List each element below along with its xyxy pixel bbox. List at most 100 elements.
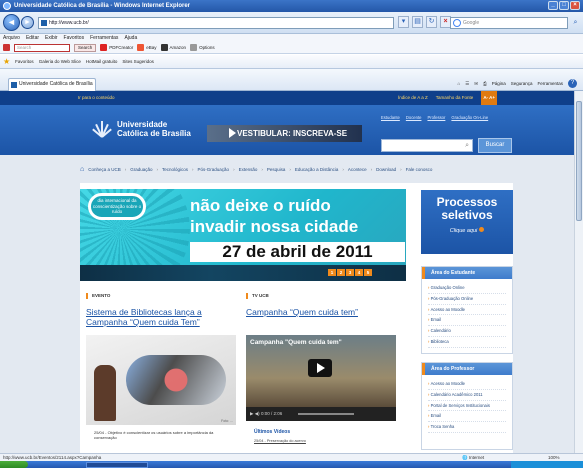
toolbar-options[interactable]: Options <box>190 44 215 51</box>
search-icon[interactable]: ⌕ <box>570 17 581 29</box>
site-search-input[interactable]: ⌕ <box>381 139 473 152</box>
processos-cta[interactable]: Clique aqui <box>421 227 513 234</box>
vestibular-banner[interactable]: VESTIBULAR: INSCREVA-SE <box>207 125 362 142</box>
student-link[interactable]: Email <box>428 315 506 327</box>
refresh-icon[interactable]: ↻ <box>426 16 437 28</box>
fav-suggested[interactable]: Sites Sugeridos <box>122 59 154 64</box>
fav-web-slice[interactable]: Galeria do Web Slice <box>39 59 81 64</box>
pdf-icon <box>100 44 108 51</box>
professor-link[interactable]: Portal de Serviços Institucionais <box>428 401 506 412</box>
nav-fale-conosco[interactable]: Fale conosco <box>406 167 433 172</box>
nav-acontece[interactable]: Acontece <box>348 167 367 172</box>
maximize-button[interactable]: □ <box>559 1 569 10</box>
home-nav-icon[interactable]: ⌂ <box>80 166 84 173</box>
tab-title: Universidade Católica de Brasília <box>19 81 93 87</box>
url-input[interactable]: http://www.ucb.br/ <box>38 17 394 29</box>
student-link[interactable]: Calendário <box>428 326 506 337</box>
addon-toolbar: Search Search PDFCreator eBay Amazon Opt… <box>0 42 583 54</box>
person-image <box>94 365 116 421</box>
menu-editar[interactable]: Editar <box>26 34 39 42</box>
forward-button[interactable]: ► <box>21 16 34 29</box>
help-icon[interactable]: ? <box>568 79 577 88</box>
graffiti-image <box>126 355 226 405</box>
home-icon[interactable]: ⌂ <box>458 81 461 86</box>
nav-pos-graduacao[interactable]: Pós-Graduação <box>198 167 230 172</box>
taskbar-ie-task[interactable] <box>86 462 148 468</box>
favorites-label[interactable]: Favoritos <box>15 59 34 64</box>
student-link[interactable]: Biblioteca <box>428 337 506 348</box>
menu-exibir[interactable]: Exibir <box>45 34 58 42</box>
video-progress[interactable] <box>298 413 354 415</box>
menu-ajuda[interactable]: Ajuda <box>124 34 137 42</box>
print-icon[interactable]: ⎙ <box>483 81 487 86</box>
play-icon[interactable] <box>308 359 332 377</box>
evento-photo[interactable]: Foto: ... <box>86 335 236 425</box>
scroll-thumb[interactable] <box>576 101 582 221</box>
toolbar-ebay[interactable]: eBay <box>137 44 157 51</box>
index-az-link[interactable]: Índice de A a Z <box>398 91 428 105</box>
fav-hotmail-label: HotMail gratuito <box>85 59 118 64</box>
link-docente[interactable]: Docente <box>406 115 422 120</box>
skip-to-content-link[interactable]: Ir para o conteúdo <box>78 91 115 105</box>
compatibility-icon[interactable]: ▤ <box>412 16 423 28</box>
professor-link[interactable]: Email <box>428 411 506 423</box>
cmd-pagina[interactable]: Página <box>492 81 506 86</box>
nav-graduacao[interactable]: Graduação <box>130 167 152 172</box>
mail-icon[interactable]: ✉ <box>474 81 478 87</box>
play-small-icon[interactable]: ▶ ◀) <box>250 411 260 416</box>
student-link[interactable]: Graduação Online <box>428 283 506 294</box>
minimize-button[interactable]: _ <box>548 1 558 10</box>
pager-2[interactable]: 2 <box>337 269 345 276</box>
professor-link[interactable]: Troca Senha <box>428 422 506 433</box>
favorites-star-icon[interactable]: ★ <box>3 57 10 66</box>
fav-hotmail[interactable]: HotMail gratuito <box>86 59 118 64</box>
ucb-logo[interactable]: Universidade Católica de Brasília <box>92 119 191 139</box>
pager-1[interactable]: 1 <box>328 269 336 276</box>
toolbar-amazon[interactable]: Amazon <box>160 44 186 51</box>
start-button[interactable] <box>0 461 28 468</box>
hero-banner[interactable]: dia internacional da conscientização sob… <box>80 189 406 281</box>
zoom-level[interactable]: 100% <box>548 454 560 461</box>
hero-line1: não deixe o ruído <box>190 196 331 215</box>
options-icon <box>190 44 198 51</box>
pager-5[interactable]: 5 <box>364 269 372 276</box>
professor-link[interactable]: Acesso ao Moodle <box>428 379 506 390</box>
nav-pesquisa[interactable]: Pesquisa <box>267 167 286 172</box>
link-professor[interactable]: Professor <box>427 115 445 120</box>
toolbar-search-input[interactable]: Search <box>14 43 70 52</box>
cmd-seguranca[interactable]: Segurança <box>511 81 533 86</box>
cmd-ferramentas[interactable]: Ferramentas <box>537 81 563 86</box>
nav-tecnologicos[interactable]: Tecnológicos <box>162 167 188 172</box>
tv-title[interactable]: Campanha “Quem cuida tem” <box>246 307 358 317</box>
nav-ead[interactable]: Educação a Distância <box>295 167 339 172</box>
toolbar-pdfcreator[interactable]: PDFCreator <box>100 44 133 51</box>
feeds-icon[interactable]: ☰ <box>465 81 469 87</box>
nav-download[interactable]: Download <box>376 167 396 172</box>
dropdown-arrow-icon[interactable]: ▾ <box>398 16 409 28</box>
back-button[interactable]: ◄ <box>3 14 20 31</box>
menu-arquivo[interactable]: Arquivo <box>3 34 20 42</box>
professor-link[interactable]: Calendário Acadêmico 2011 <box>428 390 506 401</box>
recent-video-item[interactable]: 25/04 - Preservação do acervo <box>254 439 306 443</box>
evento-title[interactable]: Sistema de Bibliotecas lança a Campanha … <box>86 307 236 327</box>
pager-4[interactable]: 4 <box>355 269 363 276</box>
page-scrollbar[interactable] <box>574 91 583 453</box>
nav-conheca[interactable]: Conheça a UCB <box>88 167 121 172</box>
close-button[interactable]: × <box>570 1 580 10</box>
student-link[interactable]: Acesso ao Moodle <box>428 305 506 316</box>
link-estudante[interactable]: Estudante <box>381 115 400 120</box>
processos-seletivos-box[interactable]: Processos seletivos Clique aqui <box>421 190 513 254</box>
font-size-toggle[interactable]: A- A+ <box>481 91 498 105</box>
student-link[interactable]: Pós-Graduação Online <box>428 294 506 305</box>
menu-ferramentas[interactable]: Ferramentas <box>90 34 118 42</box>
toolbar-search-button[interactable]: Search <box>74 43 97 52</box>
search-input[interactable]: Google <box>450 17 568 29</box>
font-size-link[interactable]: Tamanho da Fonte <box>436 91 474 105</box>
tab-ucb[interactable]: Universidade Católica de Brasília <box>8 78 96 91</box>
nav-extensao[interactable]: Extensão <box>239 167 258 172</box>
menu-favoritos[interactable]: Favoritos <box>64 34 85 42</box>
video-player[interactable]: Campanha "Quem cuida tem" ▶ ◀) 0:00 / 2:… <box>246 335 396 421</box>
pager-3[interactable]: 3 <box>346 269 354 276</box>
link-graduacao-online[interactable]: Graduação On-Line <box>451 115 488 120</box>
site-search-button[interactable]: Buscar <box>478 138 512 153</box>
